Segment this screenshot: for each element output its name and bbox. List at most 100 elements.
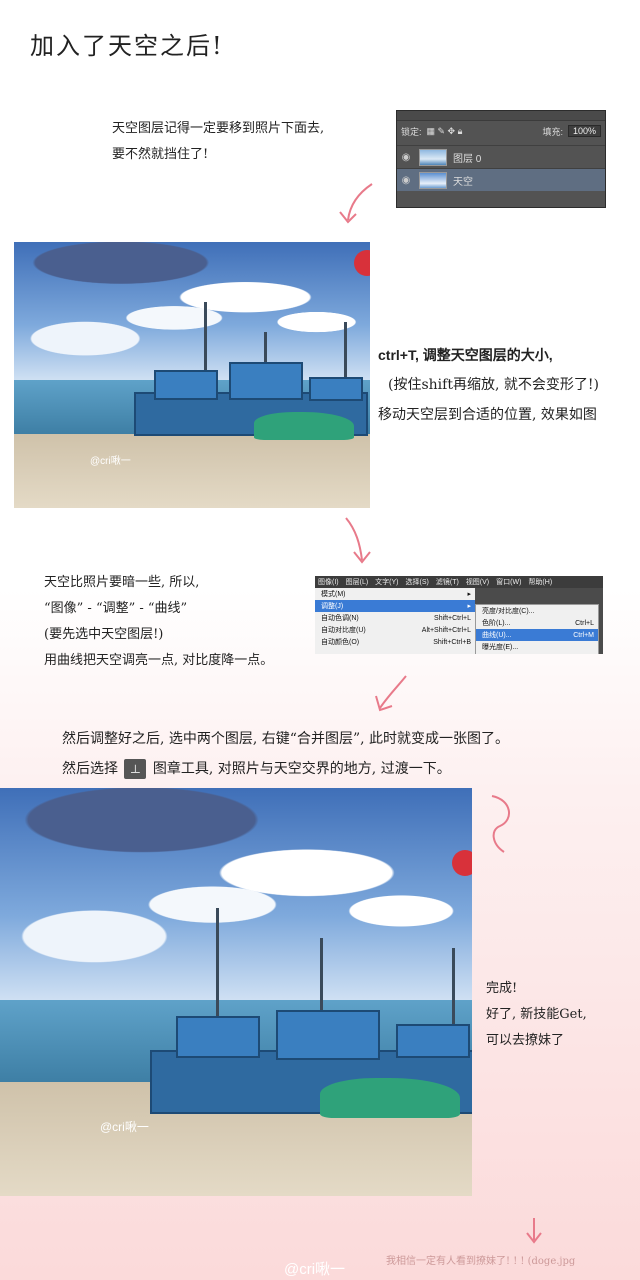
page-title: 加入了天空之后! bbox=[30, 32, 224, 60]
step1-line2: 要不然就挡住了! bbox=[112, 147, 209, 162]
menu-item-label: 曲线(U)... bbox=[482, 632, 512, 639]
menubar-item[interactable]: 选择(S) bbox=[406, 577, 429, 587]
scene-photo-final: @cri啾一 bbox=[0, 788, 472, 1196]
menu-item-label: 自动色调(N) bbox=[321, 615, 359, 622]
chevron-right-icon: ▸ bbox=[467, 591, 471, 598]
sky-area bbox=[0, 788, 472, 1001]
layer-name: 天空 bbox=[453, 176, 473, 188]
sky-area bbox=[14, 242, 370, 381]
menubar-item[interactable]: 图层(L) bbox=[346, 577, 369, 587]
mast bbox=[216, 908, 219, 1028]
menu-item-auto-contrast[interactable]: 自动对比度(U) Alt+Shift+Ctrl+L bbox=[315, 624, 475, 636]
step5-line3: 可以去撩妹了 bbox=[486, 1033, 565, 1048]
footer-note: 我相信一定有人看到撩妹了! ! ! (doge.jpg bbox=[386, 1256, 576, 1267]
layer-row-sky: ◉ 天空 bbox=[397, 168, 605, 191]
step3-note: 天空比照片要暗一些, 所以, “图像” - “调整” - “曲线” (要先选中天… bbox=[44, 570, 273, 674]
step4-note: 然后调整好之后, 选中两个图层, 右键“合并图层”, 此时就变成一张图了。 然后… bbox=[62, 724, 509, 784]
step2-line1: ctrl+T, 调整天空图层的大小, bbox=[378, 347, 553, 363]
layer-row-0: ◉ 图层 0 bbox=[397, 145, 605, 168]
submenu-item-brightness[interactable]: 亮度/对比度(C)... bbox=[476, 605, 598, 617]
weibo-watermark: @cri啾一 bbox=[284, 1261, 346, 1278]
menubar-item[interactable]: 图像(I) bbox=[318, 577, 339, 587]
boat-cabin bbox=[229, 362, 303, 400]
step4-line2-start: 然后选择 bbox=[62, 761, 118, 777]
menubar-item[interactable]: 帮助(H) bbox=[528, 577, 552, 587]
menu-item-auto-tone[interactable]: 自动色调(N) Shift+Ctrl+L bbox=[315, 612, 475, 624]
scene-photo-step2: @cri啾一 bbox=[14, 242, 370, 508]
step2-line3: 移动天空层到合适的位置, 效果如图 bbox=[378, 407, 597, 423]
menu-item-label: 曝光度(E)... bbox=[482, 644, 519, 651]
step5-line2-text: 好了, 新技能Get, bbox=[486, 1007, 587, 1022]
menu-item-label: 调整(J) bbox=[321, 603, 344, 610]
step4-line1: 然后调整好之后, 选中两个图层, 右键“合并图层”, 此时就变成一张图了。 bbox=[62, 731, 510, 747]
menubar-item[interactable]: 滤镜(T) bbox=[436, 577, 459, 587]
chevron-right-icon: ▸ bbox=[467, 603, 471, 610]
image-menu-dropdown: 模式(M) ▸ 调整(J) ▸ 自动色调(N) Shift+Ctrl+L 自动对比度(… bbox=[315, 588, 475, 654]
flag-icon bbox=[452, 850, 472, 876]
menubar-item[interactable]: 窗口(W) bbox=[496, 577, 521, 587]
layers-panel-screenshot: 锁定: ▦ ✎ ✥ 🔒︎ 填充: 100% ◉ 图层 0 ◉ 天空 bbox=[396, 110, 606, 208]
step5-note: 完成! 好了, 新技能Get, 可以去撩妹了 bbox=[486, 976, 587, 1054]
swirl-arrow-icon bbox=[491, 795, 510, 853]
submenu-item-exposure[interactable]: 曝光度(E)... bbox=[476, 641, 598, 653]
boat-cabin bbox=[176, 1016, 260, 1058]
step3-line1: 天空比照片要暗一些, 所以, bbox=[44, 575, 200, 590]
arrow-down-icon bbox=[345, 517, 371, 564]
menu-item-label: 模式(M) bbox=[321, 591, 346, 598]
boat-cabin bbox=[309, 377, 363, 401]
menubar-item[interactable]: 视图(V) bbox=[466, 577, 489, 587]
menu-item-mode[interactable]: 模式(M) ▸ bbox=[315, 588, 475, 600]
dock-area bbox=[14, 433, 370, 508]
menu-item-label: 色阶(L)... bbox=[482, 620, 511, 627]
menu-item-adjust[interactable]: 调整(J) ▸ bbox=[315, 600, 475, 612]
layer-thumbnail bbox=[419, 148, 447, 166]
eye-icon: ◉ bbox=[401, 151, 411, 163]
stamp-tool-icon: ⊥ bbox=[124, 759, 147, 779]
menubar-item[interactable]: 文字(Y) bbox=[375, 577, 398, 587]
fill-label: 填充: bbox=[542, 126, 563, 137]
step1-line1: 天空图层记得一定要移到照片下面去, bbox=[112, 121, 325, 136]
step4-line2-end: 图章工具, 对照片与天空交界的地方, 过渡一下。 bbox=[152, 761, 451, 777]
image-menu-screenshot: 图像(I) 图层(L) 文字(Y) 选择(S) 滤镜(T) 视图(V) 窗口(W… bbox=[315, 576, 603, 654]
step2-note: ctrl+T, 调整天空图层的大小, (按住shift再缩放, 就不会变形了!)… bbox=[378, 340, 599, 430]
menu-item-label: 自动颜色(O) bbox=[321, 639, 360, 646]
arrow-down-icon bbox=[526, 1218, 542, 1244]
watermark: @cri啾一 bbox=[90, 456, 131, 467]
watermark: @cri啾一 bbox=[100, 1120, 149, 1134]
step1-note: 天空图层记得一定要移到照片下面去, 要不然就挡住了! bbox=[112, 116, 324, 168]
menu-item-shortcut: Shift+Ctrl+L bbox=[434, 614, 471, 622]
menu-item-shortcut: Alt+Shift+Ctrl+L bbox=[421, 626, 471, 634]
menu-item-label: 自动对比度(U) bbox=[321, 627, 366, 634]
menu-item-shortcut: Shift+Ctrl+B bbox=[433, 638, 471, 646]
step3-line2: “图像” - “调整” - “曲线” bbox=[44, 601, 188, 616]
menu-item-auto-color[interactable]: 自动颜色(O) Shift+Ctrl+B bbox=[315, 636, 475, 648]
fishing-net bbox=[320, 1078, 460, 1118]
step3-line4: 用曲线把天空调亮一点, 对比度降一点。 bbox=[44, 653, 274, 668]
lock-label: 锁定: bbox=[401, 126, 422, 137]
fill-value: 100% bbox=[567, 125, 601, 137]
layer-name: 图层 0 bbox=[453, 153, 482, 165]
lock-icons: ▦ ✎ ✥ 🔒︎ bbox=[426, 125, 463, 136]
menu-item-shortcut: Ctrl+L bbox=[575, 619, 594, 627]
layers-panel-topbar bbox=[397, 111, 605, 121]
step5-line1: 完成! bbox=[486, 981, 518, 996]
menubar: 图像(I) 图层(L) 文字(Y) 选择(S) 滤镜(T) 视图(V) 窗口(W… bbox=[315, 576, 603, 588]
fishing-net bbox=[254, 412, 354, 440]
step4-line2: 然后选择 ⊥ 图章工具, 对照片与天空交界的地方, 过渡一下。 bbox=[62, 754, 509, 784]
boat-cabin bbox=[154, 370, 218, 400]
layer-thumbnail bbox=[419, 171, 447, 189]
arrow-down-icon bbox=[339, 183, 373, 224]
submenu-item-curves[interactable]: 曲线(U)... Ctrl+M bbox=[476, 629, 598, 641]
adjust-submenu: 亮度/对比度(C)... 色阶(L)... Ctrl+L 曲线(U)... Ctrl… bbox=[475, 604, 599, 654]
menu-item-label: 亮度/对比度(C)... bbox=[482, 608, 535, 615]
step3-line3: (要先选中天空图层!) bbox=[44, 627, 164, 642]
arrow-down-icon bbox=[375, 675, 407, 712]
submenu-item-levels[interactable]: 色阶(L)... Ctrl+L bbox=[476, 617, 598, 629]
menu-item-shortcut: Ctrl+M bbox=[573, 631, 594, 639]
boat-cabin bbox=[396, 1024, 470, 1058]
step5-line2: 好了, 新技能Get, bbox=[486, 1002, 587, 1028]
boat-cabin bbox=[276, 1010, 380, 1060]
layers-lock-row: 锁定: ▦ ✎ ✥ 🔒︎ 填充: 100% bbox=[401, 121, 601, 141]
eye-icon: ◉ bbox=[401, 174, 411, 186]
step2-line2: (按住shift再缩放, 就不会变形了!) bbox=[388, 377, 599, 393]
